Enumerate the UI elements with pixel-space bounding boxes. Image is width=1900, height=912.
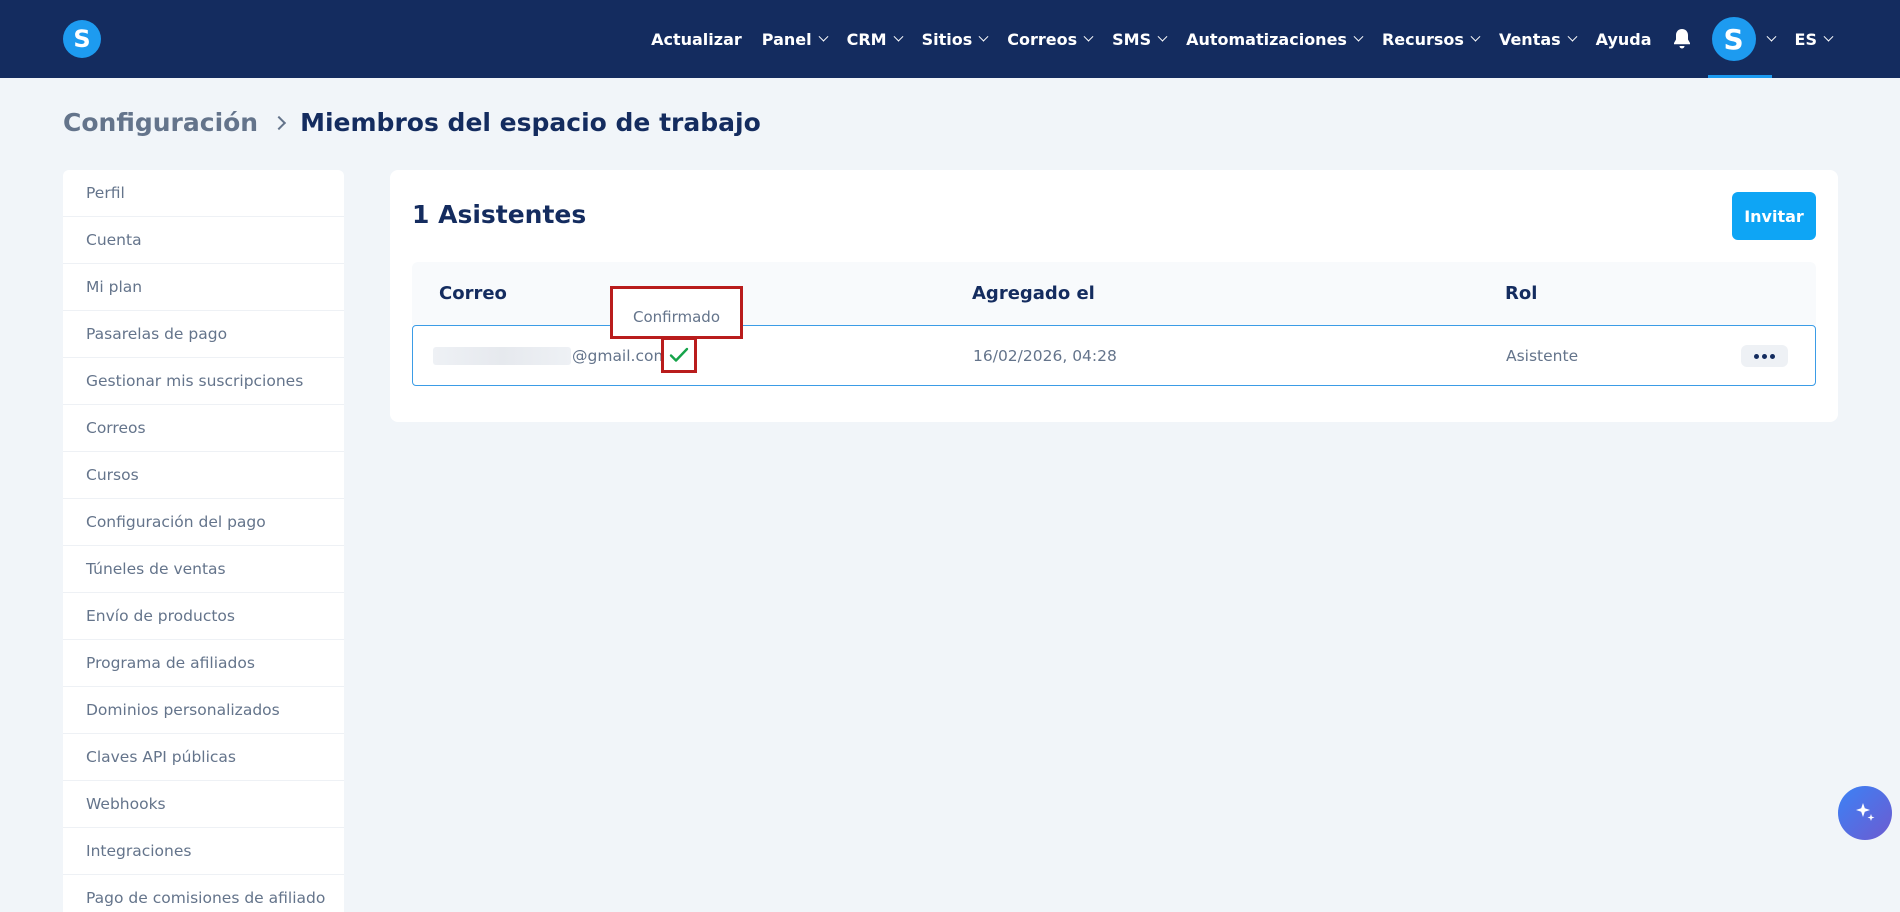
more-icon-dot: [1762, 353, 1767, 359]
nav-ventas[interactable]: Ventas: [1489, 0, 1586, 78]
members-count-title: 1 Asistentes: [412, 200, 587, 229]
sidebar-item-envio[interactable]: Envío de productos: [63, 593, 344, 640]
sparkle-icon: [1856, 803, 1875, 821]
sidebar-item-cuenta[interactable]: Cuenta: [63, 217, 344, 264]
page-title: Miembros del espacio de trabajo: [300, 108, 761, 137]
bell-icon[interactable]: [1662, 0, 1702, 78]
nav-sitios[interactable]: Sitios: [912, 0, 998, 78]
top-navbar: S Actualizar Panel CRM Sitios Correos SM…: [0, 0, 1900, 78]
sidebar-item-perfil[interactable]: Perfil: [63, 170, 344, 217]
redacted-email-name: [433, 346, 571, 365]
more-icon-dot: [1770, 353, 1775, 359]
column-header-email: Correo: [439, 283, 507, 304]
nav-crm[interactable]: CRM: [837, 0, 912, 78]
column-header-added: Agregado el: [972, 283, 1095, 304]
nav-actualizar[interactable]: Actualizar: [641, 0, 752, 78]
sidebar-item-cursos[interactable]: Cursos: [63, 452, 344, 499]
member-role: Asistente: [1506, 346, 1579, 365]
nav-sms[interactable]: SMS: [1102, 0, 1176, 78]
chevron-down-icon: [1766, 31, 1776, 42]
row-actions-button[interactable]: [1741, 345, 1788, 367]
sidebar-item-pasarelas[interactable]: Pasarelas de pago: [63, 311, 344, 358]
language-selector[interactable]: ES: [1785, 0, 1842, 78]
invite-button[interactable]: Invitar: [1732, 192, 1816, 240]
email-domain: @gmail.com: [572, 346, 669, 365]
nav-ayuda[interactable]: Ayuda: [1586, 0, 1662, 78]
breadcrumb: Configuración Miembros del espacio de tr…: [63, 108, 761, 137]
nav-panel[interactable]: Panel: [752, 0, 837, 78]
chevron-down-icon: [1157, 31, 1168, 42]
nav-correos[interactable]: Correos: [997, 0, 1102, 78]
chevron-down-icon: [893, 31, 904, 42]
sidebar-item-suscripciones[interactable]: Gestionar mis suscripciones: [63, 358, 344, 405]
sidebar-item-webhooks[interactable]: Webhooks: [63, 781, 344, 828]
sidebar-item-correos[interactable]: Correos: [63, 405, 344, 452]
confirmed-check-icon[interactable]: [661, 337, 697, 373]
main-nav: Actualizar Panel CRM Sitios Correos SMS …: [641, 0, 1900, 78]
brand-logo[interactable]: S: [63, 20, 101, 58]
chevron-down-icon: [1353, 31, 1364, 42]
ai-assistant-button[interactable]: [1838, 786, 1892, 840]
user-menu[interactable]: S: [1702, 0, 1785, 78]
members-card: 1 Asistentes Invitar Correo Agregado el …: [390, 170, 1838, 422]
sidebar-item-dominios[interactable]: Dominios personalizados: [63, 687, 344, 734]
sidebar-item-mi-plan[interactable]: Mi plan: [63, 264, 344, 311]
sidebar-item-comisiones[interactable]: Pago de comisiones de afiliado: [63, 875, 344, 912]
sidebar-item-claves-api[interactable]: Claves API públicas: [63, 734, 344, 781]
confirmed-tooltip: Confirmado: [610, 286, 743, 339]
chevron-down-icon: [1470, 31, 1481, 42]
sidebar-item-tuneles[interactable]: Túneles de ventas: [63, 546, 344, 593]
column-header-role: Rol: [1505, 283, 1538, 304]
breadcrumb-parent[interactable]: Configuración: [63, 108, 258, 137]
nav-recursos[interactable]: Recursos: [1372, 0, 1489, 78]
sidebar-item-integraciones[interactable]: Integraciones: [63, 828, 344, 875]
chevron-down-icon: [1567, 31, 1578, 42]
chevron-down-icon: [818, 31, 829, 42]
chevron-down-icon: [1823, 31, 1834, 42]
sidebar-item-config-pago[interactable]: Configuración del pago: [63, 499, 344, 546]
avatar: S: [1711, 17, 1756, 61]
chevron-down-icon: [1083, 31, 1094, 42]
more-icon: [1754, 353, 1759, 359]
nav-automatizaciones[interactable]: Automatizaciones: [1176, 0, 1372, 78]
member-added-date: 16/02/2026, 04:28: [973, 346, 1117, 365]
settings-sidebar: Perfil Cuenta Mi plan Pasarelas de pago …: [63, 170, 344, 912]
sidebar-item-afiliados[interactable]: Programa de afiliados: [63, 640, 344, 687]
chevron-down-icon: [978, 31, 989, 42]
chevron-right-icon: [272, 115, 287, 130]
